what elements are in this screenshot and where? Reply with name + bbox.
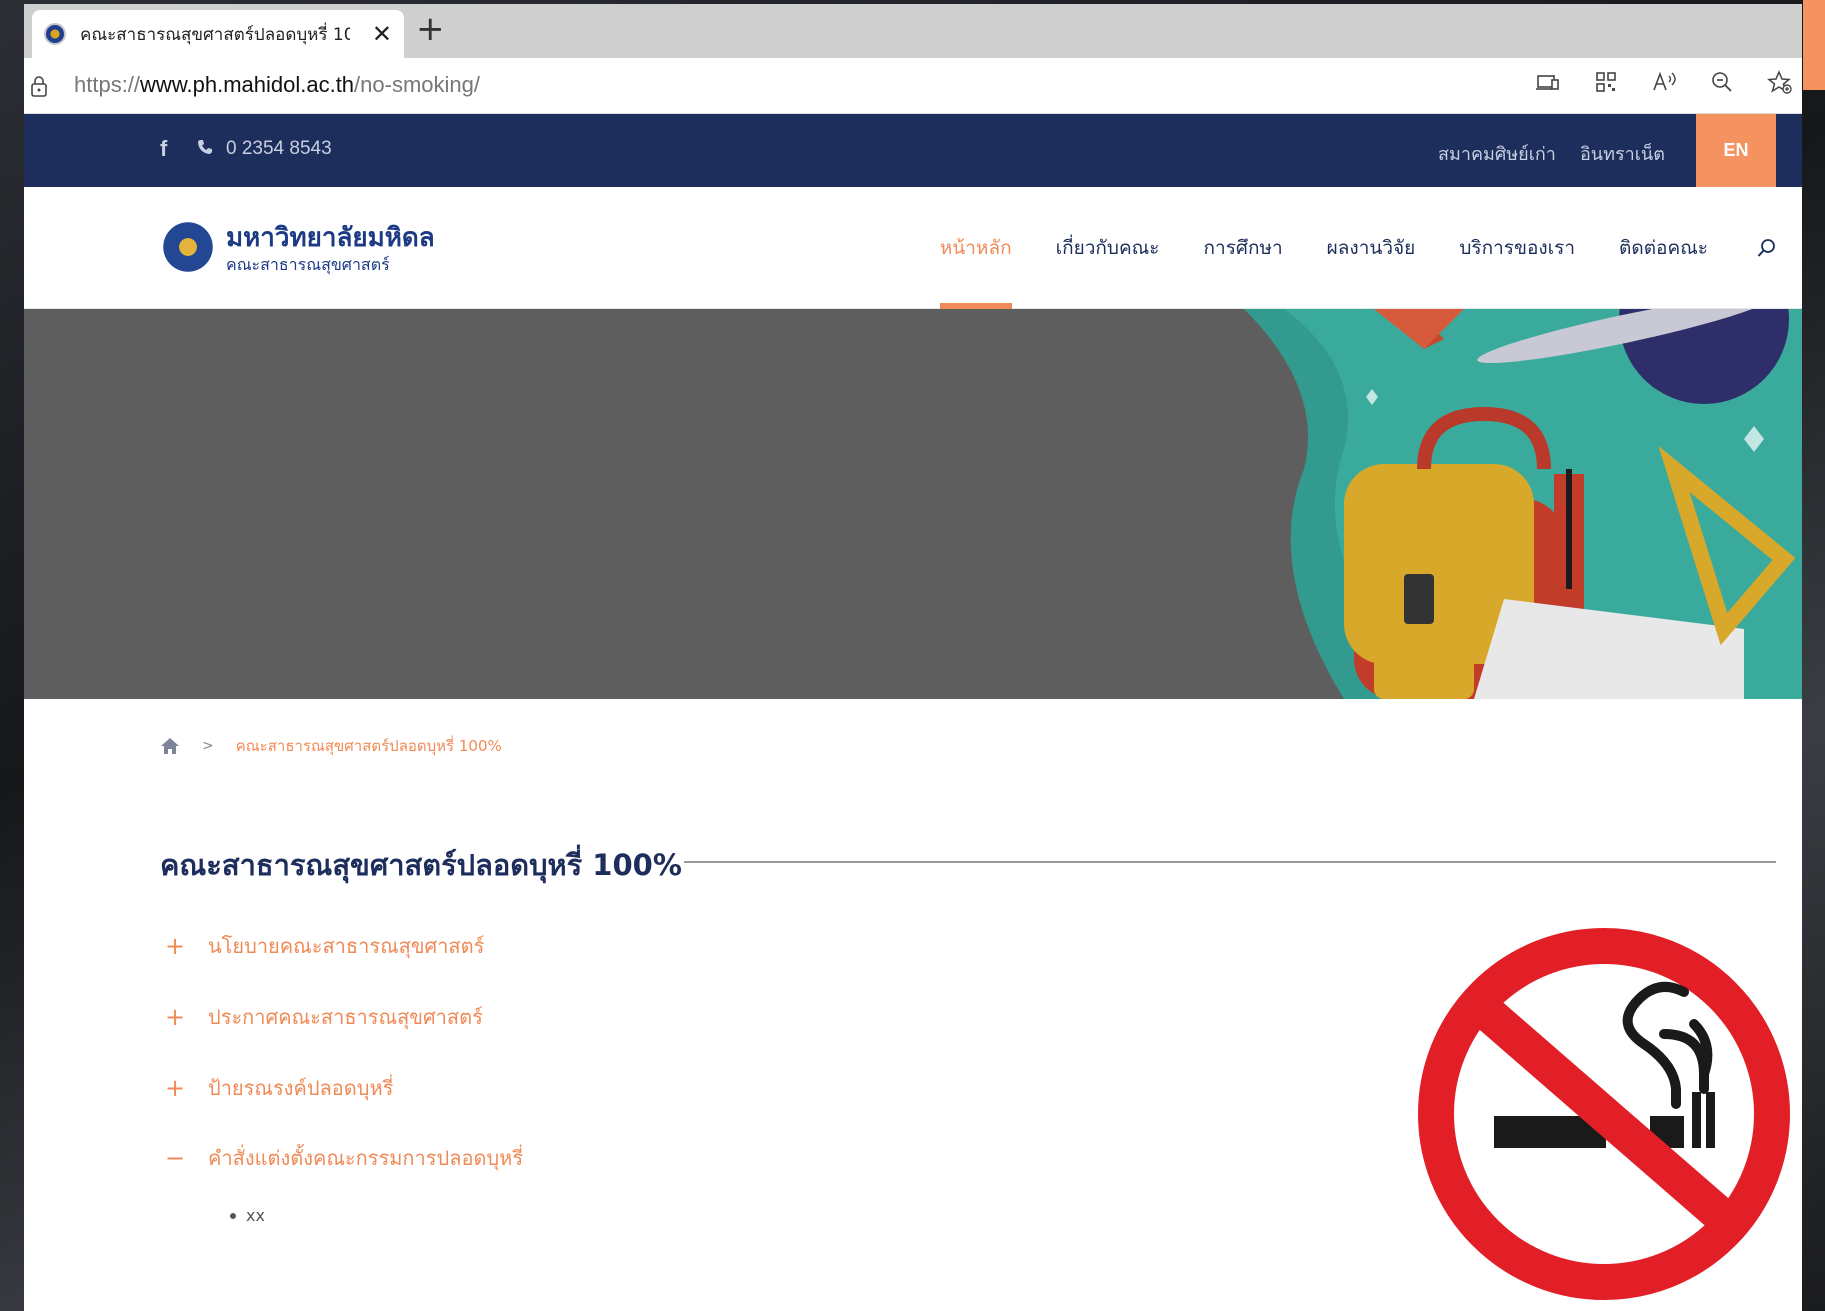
site-favicon-icon <box>44 23 66 45</box>
tab-strip: คณะสาธารณสุขศาสตร์ปลอดบุหรี่ 100% ✕ + <box>24 4 1802 58</box>
accordion-label: คำสั่งแต่งตั้งคณะกรรมการปลอดบุหรี่ <box>208 1146 524 1170</box>
intranet-link[interactable]: อินทราเน็ต <box>1580 139 1665 168</box>
collapse-icon: − <box>164 1144 186 1172</box>
breadcrumb: > คณะสาธารณสุขศาสตร์ปลอดบุหรี่ 100% <box>160 734 502 758</box>
logo-subtitle[interactable]: คณะสาธารณสุขศาสตร์ <box>226 253 390 278</box>
url-domain: www.ph.mahidol.ac.th <box>140 72 355 97</box>
read-aloud-icon[interactable] <box>1650 68 1678 96</box>
app-available-icon[interactable] <box>1534 68 1562 96</box>
language-switch-button[interactable]: EN <box>1696 114 1776 187</box>
favorites-add-icon[interactable] <box>1766 68 1794 96</box>
phone-icon <box>198 140 212 154</box>
accordion-label: ป้ายรณรงค์ปลอดบุหรี่ <box>208 1076 394 1100</box>
site-header: มหาวิทยาลัยมหิดล คณะสาธารณสุขศาสตร์ หน้า… <box>24 187 1802 309</box>
alumni-link[interactable]: สมาคมศิษย์เก่า <box>1438 139 1556 168</box>
university-seal-logo[interactable] <box>160 219 216 275</box>
qr-code-icon[interactable] <box>1592 68 1620 96</box>
accordion-item-policy[interactable]: + นโยบายคณะสาธารณสุขศาสตร์ <box>164 930 484 962</box>
page-banner <box>24 309 1802 699</box>
tab-close-icon[interactable]: ✕ <box>372 22 392 46</box>
breadcrumb-separator: > <box>202 738 214 754</box>
search-icon[interactable] <box>1756 237 1778 259</box>
main-nav: หน้าหลัก เกี่ยวกับคณะ การศึกษา ผลงานวิจั… <box>896 187 1802 309</box>
title-divider <box>684 861 1776 863</box>
tab-title: คณะสาธารณสุขศาสตร์ปลอดบุหรี่ 100% <box>80 24 350 45</box>
expand-icon: + <box>164 932 186 960</box>
accordion-label: นโยบายคณะสาธารณสุขศาสตร์ <box>208 934 485 958</box>
home-icon[interactable] <box>160 737 180 755</box>
breadcrumb-current: คณะสาธารณสุขศาสตร์ปลอดบุหรี่ 100% <box>235 737 502 755</box>
browser-toolbar <box>1534 68 1802 96</box>
address-bar: https://www.ph.mahidol.ac.th/no-smoking/ <box>24 58 1802 114</box>
list-item: xx <box>230 1206 265 1225</box>
banner-illustration <box>1244 309 1802 699</box>
url-path: /no-smoking/ <box>354 72 480 97</box>
logo-title[interactable]: มหาวิทยาลัยมหิดล <box>226 217 435 258</box>
bullet-icon <box>230 1212 236 1219</box>
list-item-text[interactable]: xx <box>246 1206 265 1225</box>
nav-item-research[interactable]: ผลงานวิจัย <box>1327 187 1416 309</box>
zoom-out-icon[interactable] <box>1708 68 1736 96</box>
nav-item-about[interactable]: เกี่ยวกับคณะ <box>1056 187 1160 309</box>
accordion-label: ประกาศคณะสาธารณสุขศาสตร์ <box>208 1005 483 1029</box>
no-smoking-sign-image <box>1418 928 1790 1300</box>
url-prefix: https:// <box>74 72 141 97</box>
new-tab-button[interactable]: + <box>416 12 445 46</box>
background-edge <box>1803 0 1825 90</box>
site-topbar: f 0 2354 8543 สมาคมศิษย์เก่า อินทราเน็ต … <box>24 114 1802 187</box>
lock-icon[interactable] <box>30 75 48 97</box>
nav-item-education[interactable]: การศึกษา <box>1204 187 1283 309</box>
expand-icon: + <box>164 1074 186 1102</box>
url-field[interactable]: https://www.ph.mahidol.ac.th/no-smoking/ <box>74 72 480 98</box>
expand-icon: + <box>164 1003 186 1031</box>
phone-number[interactable]: 0 2354 8543 <box>226 138 332 160</box>
nav-item-contact[interactable]: ติดต่อคณะ <box>1619 187 1708 309</box>
facebook-icon[interactable]: f <box>160 136 167 162</box>
accordion-item-campaign-signs[interactable]: + ป้ายรณรงค์ปลอดบุหรี่ <box>164 1072 393 1104</box>
browser-tab[interactable]: คณะสาธารณสุขศาสตร์ปลอดบุหรี่ 100% ✕ <box>32 10 404 58</box>
nav-item-services[interactable]: บริการของเรา <box>1459 187 1575 309</box>
browser-window: คณะสาธารณสุขศาสตร์ปลอดบุหรี่ 100% ✕ + ht… <box>24 4 1802 1311</box>
page-title: คณะสาธารณสุขศาสตร์ปลอดบุหรี่ 100% <box>160 848 682 882</box>
accordion-item-committee-order[interactable]: − คำสั่งแต่งตั้งคณะกรรมการปลอดบุหรี่ <box>164 1142 523 1174</box>
accordion-item-announcement[interactable]: + ประกาศคณะสาธารณสุขศาสตร์ <box>164 1001 483 1033</box>
nav-item-home[interactable]: หน้าหลัก <box>939 187 1012 309</box>
